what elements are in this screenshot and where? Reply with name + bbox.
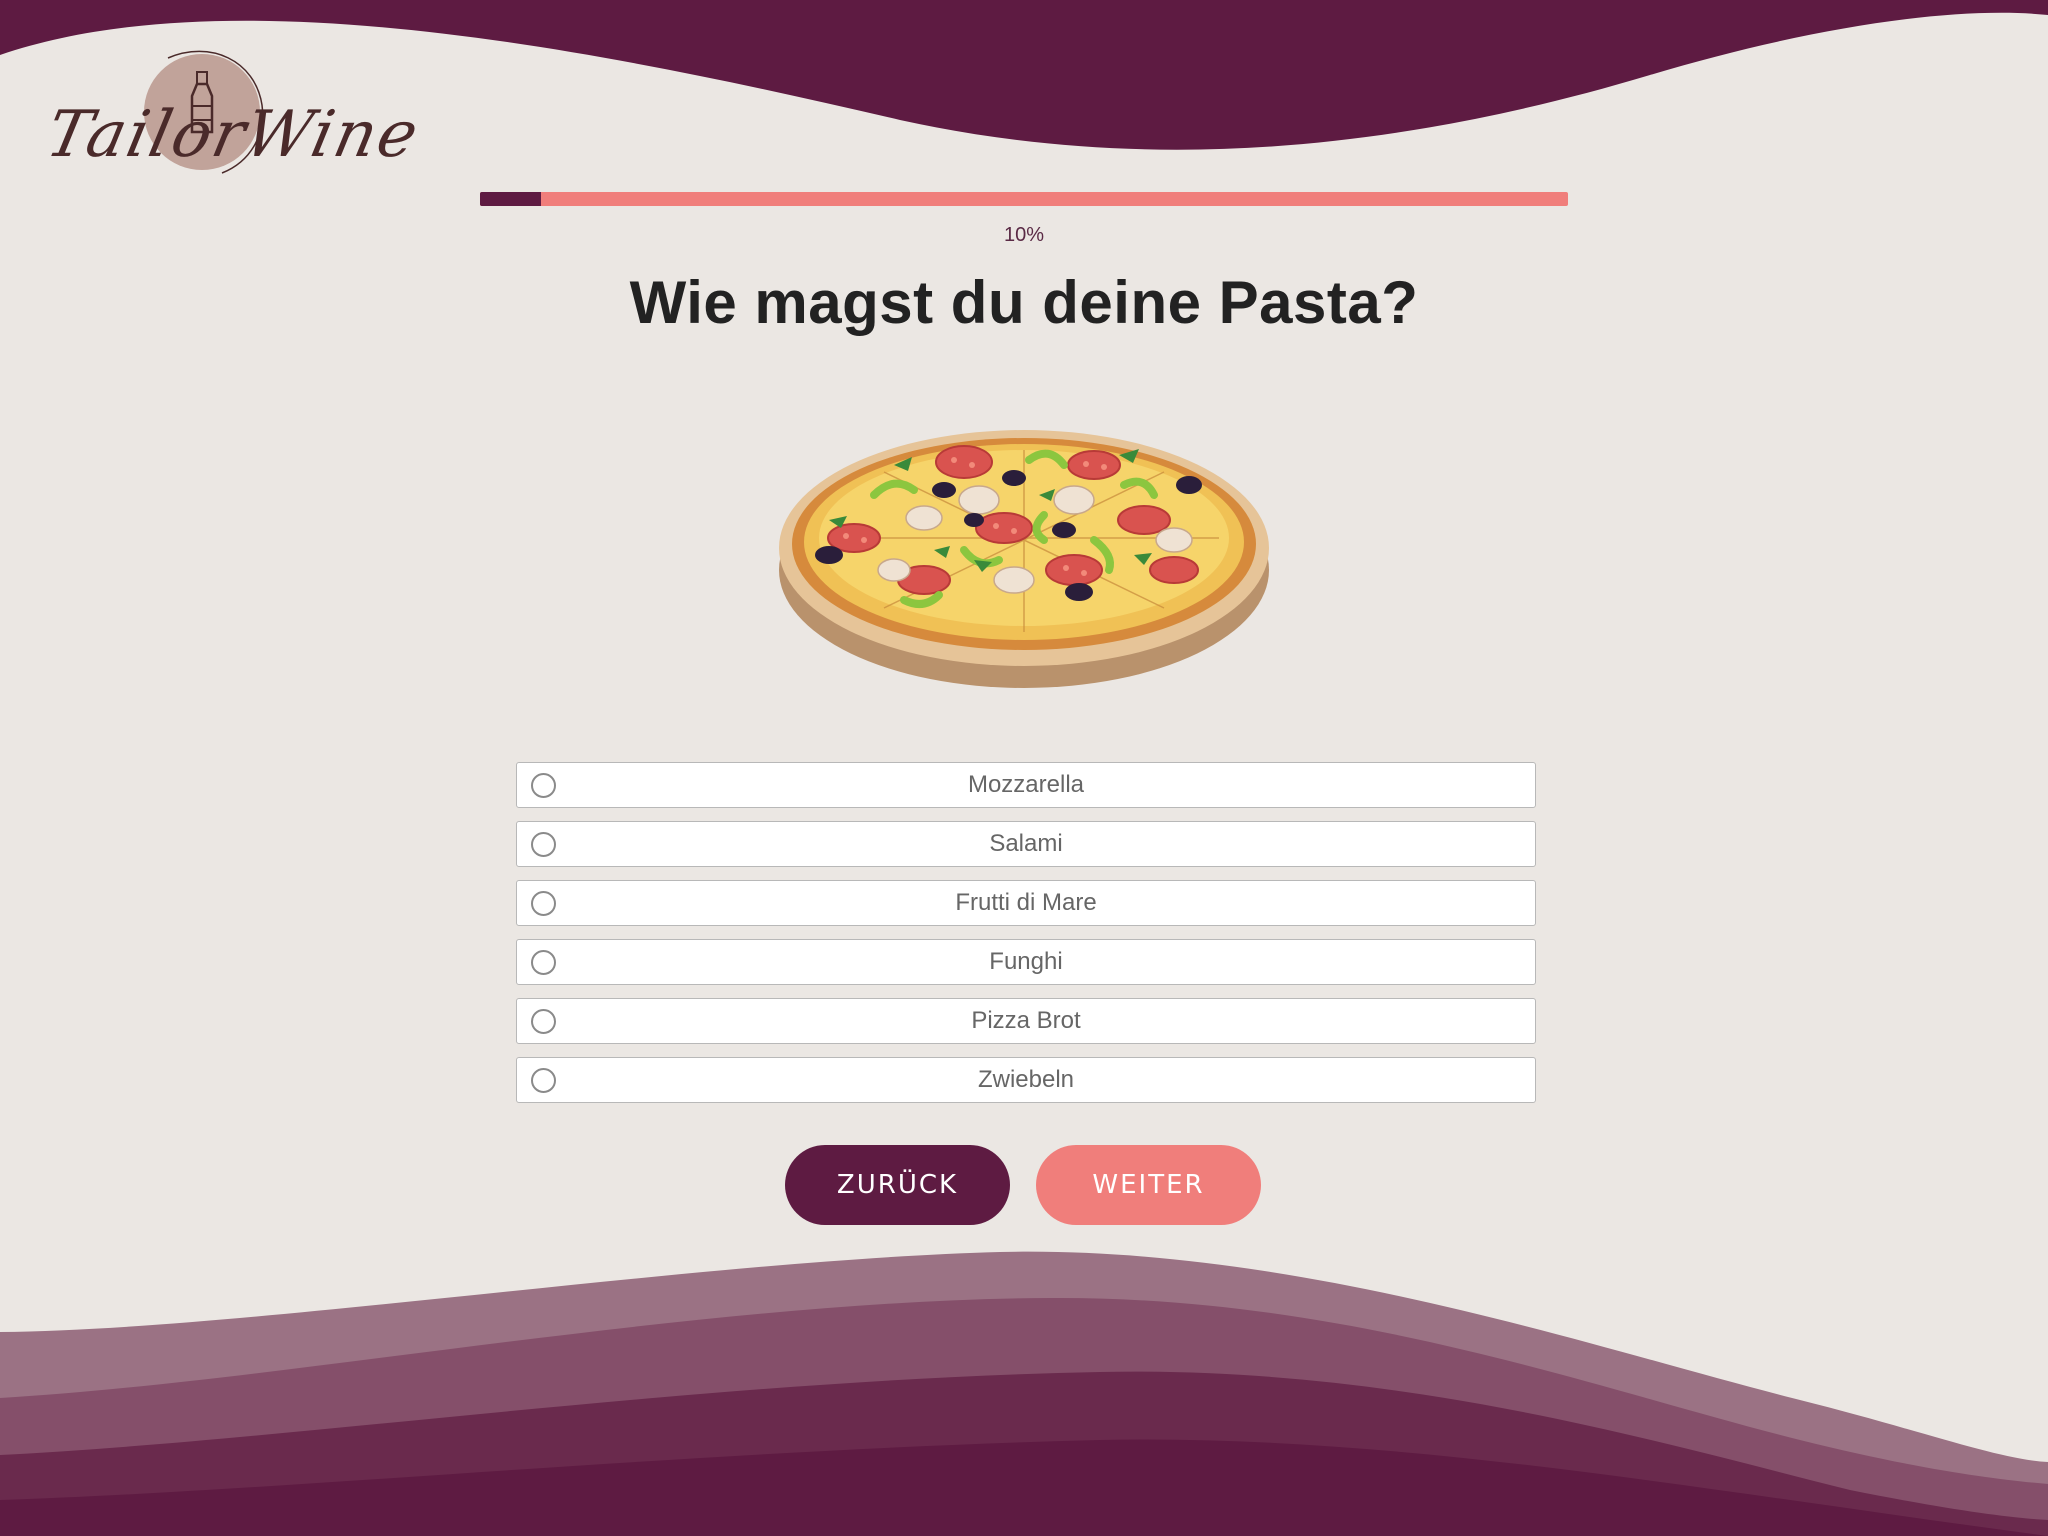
pizza-illustration — [779, 430, 1269, 688]
radio-button[interactable] — [531, 831, 556, 857]
option-label: Pizza Brot — [971, 1007, 1081, 1034]
progress-percent-label: 10% — [1003, 224, 1045, 246]
back-button[interactable]: ZURÜCK — [785, 1145, 1010, 1225]
answer-options: Mozzarella Salami Frutti di Mare Funghi … — [516, 762, 1536, 1116]
radio-button[interactable] — [531, 949, 556, 975]
option-mozzarella[interactable]: Mozzarella — [516, 762, 1536, 808]
option-label: Mozzarella — [967, 771, 1085, 798]
radio-button[interactable] — [531, 890, 556, 916]
question-title: Wie magst du deine Pasta? — [629, 269, 1419, 336]
bottom-wave-decoration — [0, 1251, 2048, 1536]
radio-button[interactable] — [531, 1067, 556, 1093]
progress-fill — [480, 192, 541, 206]
next-button[interactable]: WEITER — [1036, 1145, 1261, 1225]
option-label: Salami — [989, 830, 1063, 857]
logo-text: TailorWine — [40, 98, 427, 172]
radio-button[interactable] — [531, 1008, 556, 1034]
radio-button[interactable] — [531, 772, 556, 798]
option-frutti-di-mare[interactable]: Frutti di Mare — [516, 880, 1536, 926]
option-salami[interactable]: Salami — [516, 821, 1536, 867]
tailorwine-logo[interactable]: TailorWine — [40, 30, 426, 220]
progress-track — [480, 192, 1568, 206]
option-label: Frutti di Mare — [955, 889, 1097, 916]
option-zwiebeln[interactable]: Zwiebeln — [516, 1057, 1536, 1103]
option-label: Zwiebeln — [977, 1066, 1075, 1093]
option-pizza-brot[interactable]: Pizza Brot — [516, 998, 1536, 1044]
option-label: Funghi — [989, 948, 1063, 975]
option-funghi[interactable]: Funghi — [516, 939, 1536, 985]
navigation-buttons: ZURÜCK WEITER — [785, 1145, 1261, 1225]
progress-indicator: 10% — [480, 192, 1568, 247]
